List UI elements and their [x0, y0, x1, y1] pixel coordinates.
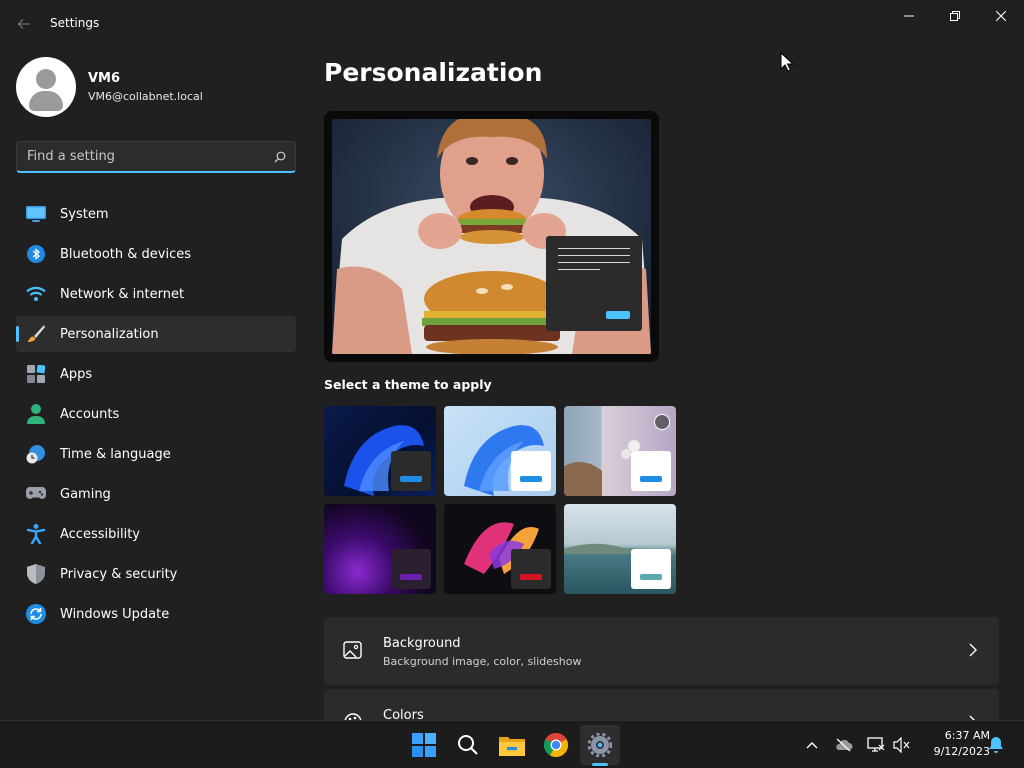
- back-button[interactable]: [12, 12, 36, 36]
- onedrive-button[interactable]: [834, 735, 854, 755]
- spotlight-badge-icon: [654, 414, 670, 430]
- sidebar-item-label: Personalization: [60, 326, 159, 342]
- wifi-icon: [25, 283, 47, 305]
- theme-spotlight[interactable]: [564, 406, 676, 496]
- theme-flow[interactable]: [564, 504, 676, 594]
- file-explorer-button[interactable]: [492, 725, 532, 765]
- search-input[interactable]: Find a setting: [16, 141, 296, 173]
- start-icon: [412, 733, 436, 757]
- title-bar: Settings: [0, 0, 1024, 48]
- ethernet-icon: [867, 737, 885, 752]
- page-title: Personalization: [324, 58, 543, 87]
- sidebar-item-label: Apps: [60, 366, 93, 382]
- bell-icon: [989, 737, 1003, 753]
- theme-captured-motion[interactable]: [444, 504, 556, 594]
- card-title: Background: [383, 636, 461, 651]
- cloud-offline-icon: [836, 738, 853, 752]
- sidebar-item-time-language[interactable]: Time & language: [16, 436, 296, 472]
- apps-icon: [25, 363, 47, 385]
- search-icon: [458, 735, 478, 755]
- sidebar-item-bluetooth[interactable]: Bluetooth & devices: [16, 236, 296, 272]
- sidebar-item-label: Accounts: [60, 406, 120, 422]
- show-hidden-icons-button[interactable]: [802, 735, 822, 755]
- background-settings-card[interactable]: Background Background image, color, slid…: [324, 617, 999, 685]
- card-description: Background image, color, slideshow: [383, 655, 582, 668]
- clock-time: 6:37 AM: [944, 729, 990, 742]
- avatar: [16, 57, 76, 117]
- theme-glow[interactable]: [324, 504, 436, 594]
- sidebar-item-label: Privacy & security: [60, 566, 178, 582]
- user-profile[interactable]: VM6 VM6@collabnet.local: [16, 57, 203, 117]
- sidebar-item-system[interactable]: System: [16, 196, 296, 232]
- start-button[interactable]: [404, 725, 444, 765]
- clock[interactable]: 6:37 AM 9/12/2023: [916, 728, 990, 760]
- minimize-button[interactable]: [886, 0, 932, 32]
- sidebar-item-accounts[interactable]: Accounts: [16, 396, 296, 432]
- volume-button[interactable]: [892, 735, 912, 755]
- sidebar-item-accessibility[interactable]: Accessibility: [16, 516, 296, 552]
- sidebar-item-apps[interactable]: Apps: [16, 356, 296, 392]
- brush-icon: [25, 323, 47, 345]
- theme-preview: [324, 111, 659, 362]
- sidebar-nav: System Bluetooth & devices Network & int…: [16, 196, 296, 636]
- sidebar-item-windows-update[interactable]: Windows Update: [16, 596, 296, 632]
- user-email: VM6@collabnet.local: [88, 90, 203, 103]
- search-placeholder: Find a setting: [27, 149, 115, 164]
- network-button[interactable]: [866, 735, 886, 755]
- chrome-button[interactable]: [536, 725, 576, 765]
- taskbar-search-button[interactable]: [448, 725, 488, 765]
- sidebar-item-personalization[interactable]: Personalization: [16, 316, 296, 352]
- themes-heading: Select a theme to apply: [324, 377, 492, 392]
- chevron-right-icon: [969, 643, 977, 657]
- sidebar-item-gaming[interactable]: Gaming: [16, 476, 296, 512]
- restore-icon: [950, 11, 960, 21]
- sidebar-item-label: Network & internet: [60, 286, 185, 302]
- settings-icon: [588, 733, 612, 757]
- sidebar-item-label: Windows Update: [60, 606, 170, 622]
- sidebar-item-label: Accessibility: [60, 526, 140, 542]
- theme-windows-dark[interactable]: [324, 406, 436, 496]
- chevron-up-icon: [806, 742, 818, 749]
- window-title: Settings: [50, 16, 100, 30]
- chrome-icon: [544, 733, 568, 757]
- gamepad-icon: [25, 483, 47, 505]
- sidebar-item-label: Time & language: [60, 446, 171, 462]
- image-icon: [343, 641, 362, 659]
- account-icon: [25, 403, 47, 425]
- user-name: VM6: [88, 71, 121, 86]
- bluetooth-icon: [25, 243, 47, 265]
- theme-grid: [324, 406, 680, 594]
- theme-windows-light[interactable]: [444, 406, 556, 496]
- accessibility-icon: [25, 523, 47, 545]
- sidebar-item-label: Bluetooth & devices: [60, 246, 191, 262]
- active-app-indicator: [592, 763, 608, 766]
- sidebar-item-label: System: [60, 206, 109, 222]
- notifications-button[interactable]: [986, 735, 1006, 755]
- sample-dialog: [546, 236, 642, 331]
- system-icon: [25, 203, 47, 225]
- arrow-left-icon: [17, 19, 30, 29]
- clock-date: 9/12/2023: [933, 745, 990, 758]
- update-icon: [25, 603, 47, 625]
- sidebar-item-network[interactable]: Network & internet: [16, 276, 296, 312]
- close-icon: [996, 11, 1006, 21]
- volume-muted-icon: [893, 737, 910, 753]
- clock-globe-icon: [25, 443, 47, 465]
- settings-taskbar-button[interactable]: [580, 725, 620, 765]
- shield-icon: [25, 563, 47, 585]
- file-explorer-icon: [499, 737, 525, 756]
- close-button[interactable]: [978, 0, 1024, 32]
- wallpaper-preview-image: [332, 119, 651, 354]
- restore-button[interactable]: [932, 0, 978, 32]
- mouse-cursor-icon: [780, 52, 794, 72]
- sidebar-item-label: Gaming: [60, 486, 111, 502]
- taskbar: 6:37 AM 9/12/2023: [0, 720, 1024, 768]
- sidebar-item-privacy[interactable]: Privacy & security: [16, 556, 296, 592]
- minimize-icon: [904, 15, 914, 17]
- search-icon: [265, 143, 295, 171]
